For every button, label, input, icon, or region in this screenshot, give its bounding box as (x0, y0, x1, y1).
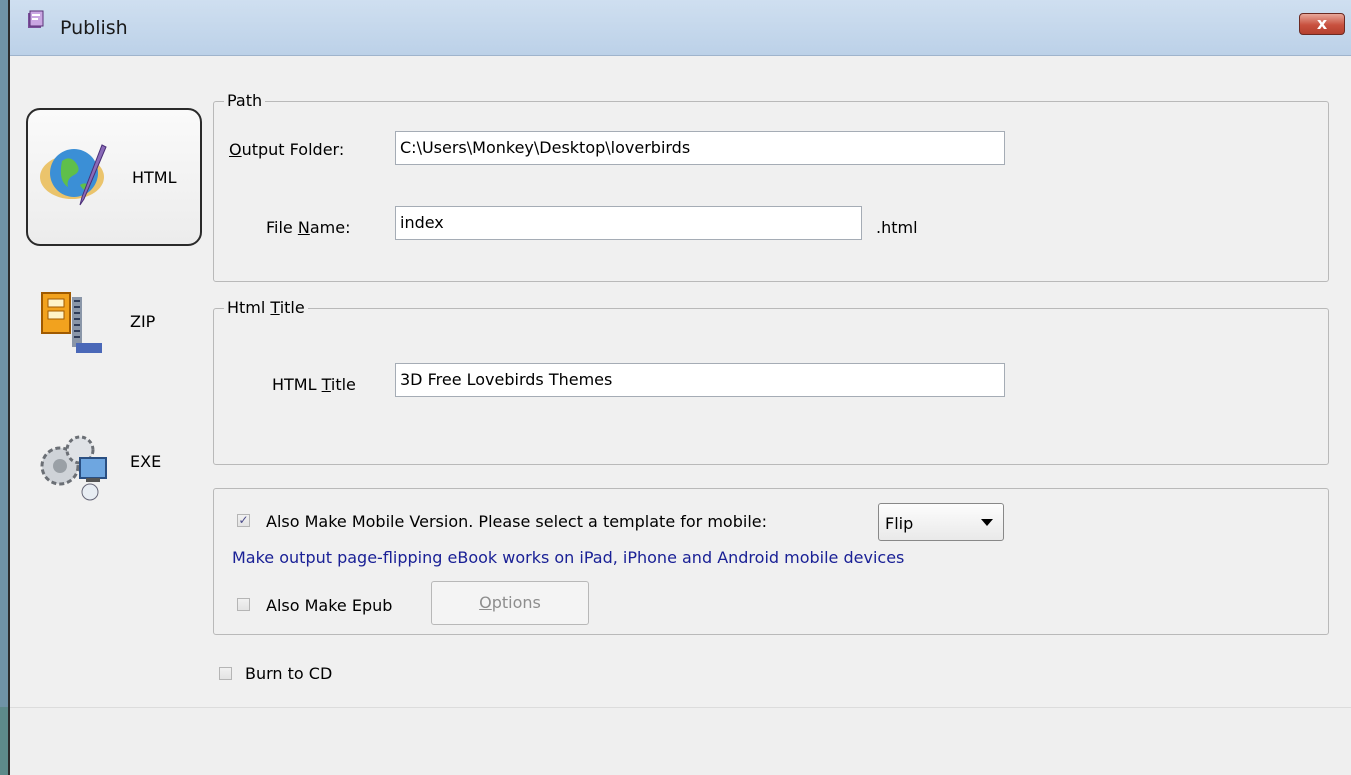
html-title-group-legend: Html Title (224, 298, 308, 317)
app-icon (28, 10, 44, 28)
footer-bar (10, 707, 1351, 775)
sidebar-item-exe[interactable]: EXE (26, 392, 202, 530)
path-group: Path (213, 91, 1329, 282)
html-title-field[interactable]: 3D Free Lovebirds Themes (395, 363, 1005, 397)
burn-cd-checkbox[interactable] (219, 667, 232, 680)
path-group-legend: Path (224, 91, 266, 110)
file-extension-label: .html (876, 218, 918, 237)
html-title-label: HTML Title (272, 375, 356, 394)
options-button[interactable]: Options (431, 581, 589, 625)
output-folder-field[interactable]: C:\Users\Monkey\Desktop\loverbirds (395, 131, 1005, 165)
select-value: Flip (885, 514, 914, 533)
mobile-note: Make output page-flipping eBook works on… (232, 548, 905, 567)
title-bar[interactable]: Publish x (10, 0, 1351, 56)
window-title: Publish (60, 17, 128, 39)
gears-computer-icon (40, 435, 107, 501)
mobile-version-checkbox[interactable]: ✓ (237, 514, 250, 527)
sidebar-item-label: ZIP (130, 311, 156, 331)
burn-cd-label: Burn to CD (245, 664, 333, 683)
zip-archive-icon (41, 292, 102, 353)
sidebar-item-html[interactable]: HTML (26, 108, 202, 246)
globe-pen-icon (40, 144, 107, 206)
mobile-version-label: Also Make Mobile Version. Please select … (266, 512, 767, 531)
mobile-template-select[interactable]: Flip (878, 503, 1004, 541)
dropdown-arrow-icon (981, 519, 993, 526)
file-name-label: File Name: (266, 218, 351, 237)
close-button[interactable]: x (1299, 13, 1345, 35)
sidebar-item-label: HTML (132, 167, 177, 187)
file-name-field[interactable]: index (395, 206, 862, 240)
close-icon: x (1316, 14, 1328, 33)
sidebar-item-label: EXE (130, 451, 162, 471)
epub-label: Also Make Epub (266, 596, 393, 615)
output-folder-label: Output Folder: (229, 140, 345, 159)
epub-checkbox[interactable] (237, 598, 250, 611)
sidebar-item-zip[interactable]: ZIP (26, 252, 202, 390)
background-strip (0, 707, 8, 775)
publish-dialog: Publish x HTML ZIP EXE Path Output Folde… (8, 0, 1351, 775)
